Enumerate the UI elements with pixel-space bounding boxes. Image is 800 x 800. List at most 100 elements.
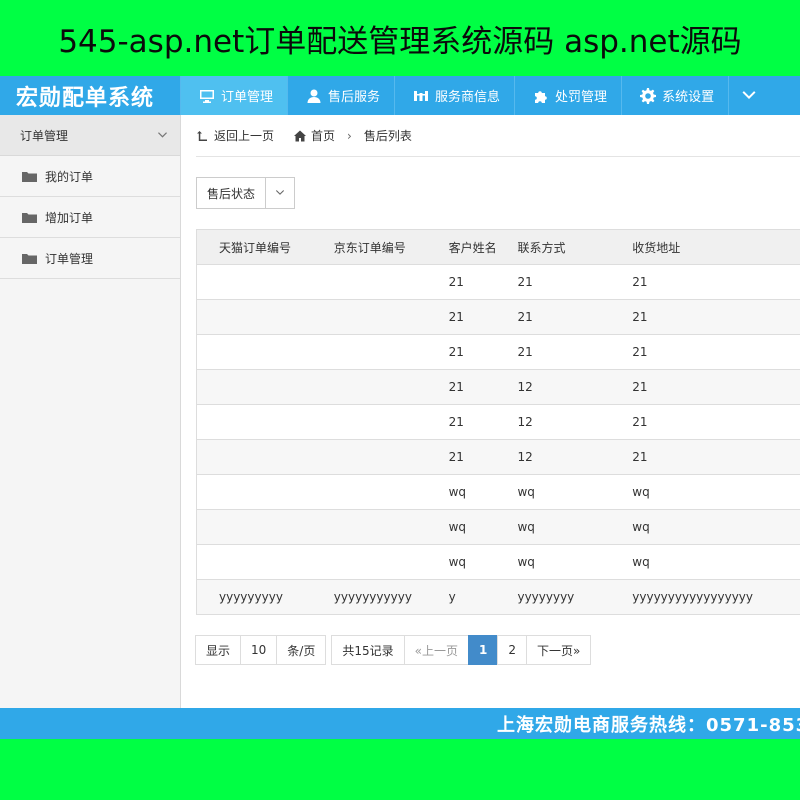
home-link-label: 首页 <box>311 129 336 143</box>
gear-icon <box>640 87 657 104</box>
sidebar-item-my-orders[interactable]: 我的订单 <box>0 156 180 197</box>
table-cell: wq <box>448 520 467 534</box>
sidebar-item-order-manage[interactable]: 订单管理 <box>0 238 180 279</box>
user-icon <box>307 89 321 103</box>
table-cell: 21 <box>632 345 648 359</box>
table-cell: 21 <box>632 450 648 464</box>
puzzle-icon <box>535 90 547 103</box>
table-cell: wq <box>632 555 650 569</box>
folder-icon <box>22 253 37 264</box>
top-navbar: 宏勋配单系统 订单管理 售后服务 服务商信息 处罚管理 系统设置 <box>0 76 800 115</box>
nav-provider-info-label: 服务商信息 <box>435 90 501 105</box>
back-arrow-icon <box>197 130 207 141</box>
nav-settings[interactable]: 系统设置 <box>621 76 728 115</box>
table-cell: 21 <box>448 380 464 394</box>
sidebar-item-add-order[interactable]: 增加订单 <box>0 197 180 238</box>
home-link[interactable]: 首页 <box>294 127 335 144</box>
table-cell: 12 <box>517 380 533 394</box>
nav-settings-label: 系统设置 <box>662 90 715 105</box>
table-row[interactable]: wq wq wq <box>197 545 800 580</box>
table-cell: 12 <box>517 450 533 464</box>
pagination: 显示 10 条/页 共15记录 «上一页 1 2 下一页» <box>195 635 592 665</box>
table-row[interactable]: 21 12 21 <box>197 405 800 440</box>
table-cell: yyyyyyyyyyyyyyyyy <box>632 590 753 604</box>
column-header: 天猫订单编号 <box>219 240 292 255</box>
table-cell: 21 <box>632 380 648 394</box>
table-row[interactable]: yyyyyyyyy yyyyyyyyyyy y yyyyyyyy yyyyyyyyyyy… <box>197 580 800 615</box>
after-sales-table: 天猫订单编号 京东订单编号 客户姓名 联系方式 收货地址 21 21 21 21 21 2… <box>196 229 800 615</box>
column-header: 京东订单编号 <box>333 240 406 255</box>
table-header-row: 天猫订单编号 京东订单编号 客户姓名 联系方式 收货地址 <box>197 230 800 265</box>
prev-page-button[interactable]: «上一页 <box>403 635 469 665</box>
chevron-down-icon <box>158 131 167 138</box>
table-cell: 21 <box>632 415 648 429</box>
table-cell: wq <box>517 555 535 569</box>
nav-more-button[interactable] <box>728 76 768 115</box>
table-cell: yyyyyyyyyyy <box>333 590 412 604</box>
chevron-down-icon <box>742 90 756 99</box>
breadcrumb-current: 售后列表 <box>363 129 412 143</box>
table-cell: yyyyyyyyy <box>219 590 283 604</box>
banner-title: 545-asp.net订单配送管理系统源码 asp.net源码 <box>58 23 742 60</box>
table-cell: 21 <box>448 275 464 289</box>
table-cell: 21 <box>448 345 464 359</box>
table-cell: 21 <box>632 275 648 289</box>
back-link-label: 返回上一页 <box>214 129 275 143</box>
page-size-select[interactable]: 10 <box>240 635 278 665</box>
nav-after-sales[interactable]: 售后服务 <box>287 76 394 115</box>
sidebar-header-label: 订单管理 <box>20 128 69 143</box>
table-cell: wq <box>632 520 650 534</box>
nav-penalty-label: 处罚管理 <box>555 90 608 105</box>
sidebar-item-label: 订单管理 <box>45 251 94 266</box>
status-dropdown-toggle[interactable] <box>265 178 294 208</box>
table-cell: wq <box>517 485 535 499</box>
table-cell: wq <box>448 485 467 499</box>
table-cell: wq <box>448 555 467 569</box>
home-icon <box>294 130 307 141</box>
table-cell: 21 <box>448 310 464 324</box>
main-nav: 订单管理 售后服务 服务商信息 处罚管理 系统设置 <box>180 76 768 115</box>
table-row[interactable]: 21 21 21 <box>197 265 800 300</box>
breadcrumb-separator-icon: › <box>347 128 352 143</box>
brand-logo: 宏勋配单系统 <box>16 85 155 111</box>
back-link[interactable]: 返回上一页 <box>196 127 274 144</box>
nav-after-sales-label: 售后服务 <box>328 90 381 105</box>
page-2-button[interactable]: 2 <box>497 635 527 665</box>
sidebar-header[interactable]: 订单管理 <box>0 115 180 156</box>
table-row[interactable]: 21 21 21 <box>197 300 800 335</box>
table-row[interactable]: 21 21 21 <box>197 335 800 370</box>
sidebar-item-label: 增加订单 <box>45 210 94 225</box>
nav-orders-label: 订单管理 <box>221 90 274 105</box>
table-row[interactable]: wq wq wq <box>197 510 800 545</box>
table-cell: 21 <box>448 450 464 464</box>
table-cell: 21 <box>517 345 533 359</box>
bottom-banner <box>0 739 800 800</box>
nav-penalty[interactable]: 处罚管理 <box>514 76 621 115</box>
main-content: 返回上一页 首页 › 售后列表 售后状态 天猫订单编号 京东订单编号 客户姓名 … <box>181 115 800 708</box>
column-header: 客户姓名 <box>448 240 497 255</box>
column-header: 收货地址 <box>632 240 681 255</box>
nav-provider-info[interactable]: 服务商信息 <box>394 76 514 115</box>
table-cell: 12 <box>517 415 533 429</box>
footer-bar: 上海宏勋电商服务热线：0571-853 <box>0 708 800 739</box>
pager-show-label: 显示 <box>195 635 242 665</box>
network-icon <box>414 90 429 101</box>
pager-per-page-label: 条/页 <box>276 635 327 665</box>
page-1-button[interactable]: 1 <box>467 635 499 665</box>
sidebar-item-label: 我的订单 <box>45 169 94 184</box>
nav-orders[interactable]: 订单管理 <box>180 76 288 115</box>
folder-icon <box>22 171 37 182</box>
table-row[interactable]: wq wq wq <box>197 475 800 510</box>
footer-hotline: 上海宏勋电商服务热线：0571-853 <box>497 715 800 736</box>
promo-banner: 545-asp.net订单配送管理系统源码 asp.net源码 <box>0 0 800 76</box>
table-cell: wq <box>632 485 650 499</box>
chevron-down-icon <box>275 190 285 195</box>
table-cell: wq <box>517 520 535 534</box>
table-cell: 21 <box>517 275 533 289</box>
status-dropdown[interactable]: 售后状态 <box>196 177 296 209</box>
table-cell: 21 <box>448 415 464 429</box>
next-page-button[interactable]: 下一页» <box>525 635 592 665</box>
table-row[interactable]: 21 12 21 <box>197 440 800 475</box>
table-cell: yyyyyyyy <box>517 590 575 604</box>
table-row[interactable]: 21 12 21 <box>197 370 800 405</box>
